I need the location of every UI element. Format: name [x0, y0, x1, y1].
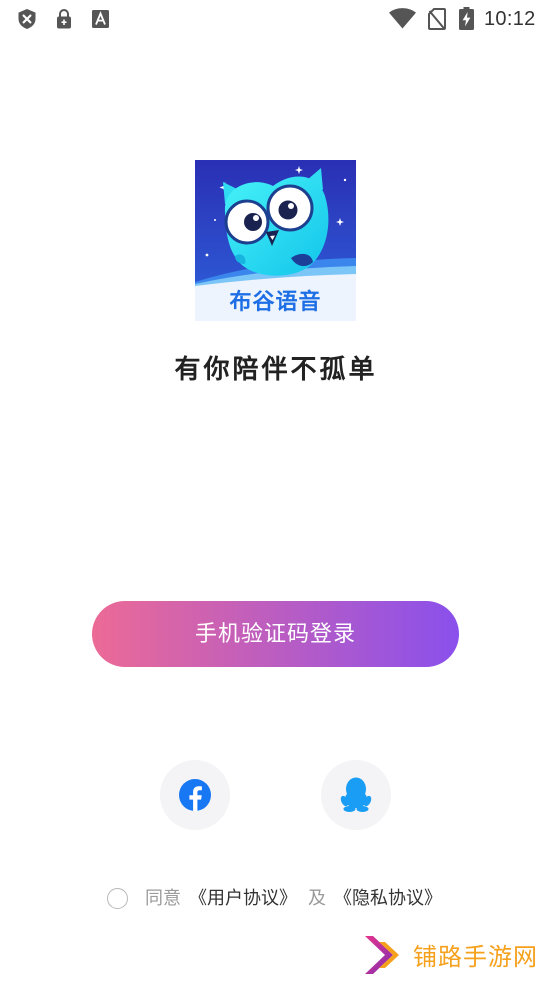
logo-text: 布谷语音 — [229, 289, 322, 314]
font-a-icon — [92, 10, 109, 28]
qq-icon-shape — [340, 777, 372, 812]
shield-x-icon — [18, 9, 36, 29]
lock-icon — [57, 9, 71, 29]
phone-login-button[interactable]: 手机验证码登录 — [92, 601, 459, 667]
status-bar: 10:12 — [0, 0, 552, 38]
privacy-agreement-link[interactable]: 《隐私协议》 — [334, 886, 442, 910]
slogan: 有你陪伴不孤单 — [174, 354, 378, 384]
agreement-row: 同意 《用户协议》 及 《隐私协议》 — [107, 886, 442, 910]
user-agreement-link[interactable]: 《用户协议》 — [189, 886, 297, 910]
and-text: 及 — [308, 888, 326, 908]
qq-icon — [340, 777, 372, 812]
watermark-chevron-icon — [365, 936, 399, 974]
facebook-login-button[interactable] — [160, 760, 230, 830]
facebook-icon — [179, 779, 211, 811]
no-sim-icon — [428, 8, 446, 30]
qq-login-button[interactable] — [321, 760, 391, 830]
agree-text: 同意 — [145, 888, 181, 908]
battery-charging-icon — [459, 7, 474, 30]
watermark-text: 铺路手游网 — [413, 944, 538, 971]
agree-radio[interactable] — [107, 887, 128, 909]
status-time: 10:12 — [484, 8, 536, 30]
app-logo: 布谷语音 — [195, 160, 356, 321]
wifi-icon — [389, 8, 416, 29]
